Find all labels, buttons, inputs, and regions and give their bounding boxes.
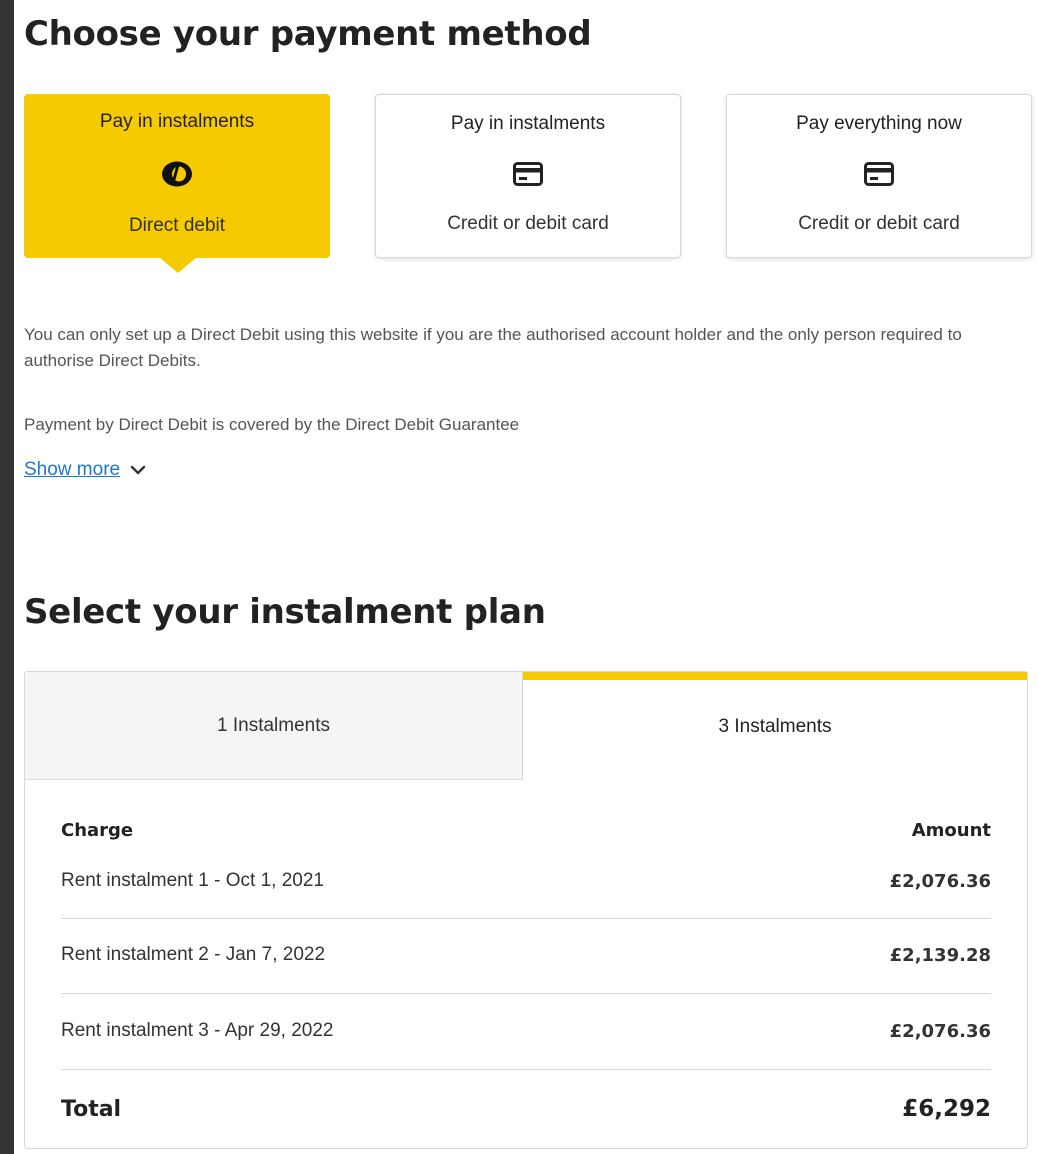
direct-debit-authorisation-info: You can only set up a Direct Debit using… <box>24 325 962 370</box>
payment-option-instalments-direct-debit[interactable]: Pay in instalments Direct debit <box>24 94 330 273</box>
charge-cell: Rent instalment 2 - Jan 7, 2022 <box>61 944 326 965</box>
amount-cell: £2,076.36 <box>889 1020 991 1042</box>
instalment-plan-panel: 1 Instalments 3 Instalments Charge Amoun… <box>24 671 1028 1149</box>
tab-3-instalments[interactable]: 3 Instalments <box>523 672 1027 780</box>
payment-option-subtitle: Credit or debit card <box>798 213 960 234</box>
payment-option-subtitle: Direct debit <box>128 215 226 236</box>
payment-option-title: Pay in instalments <box>450 113 606 134</box>
instalment-plan-heading: Select your instalment plan <box>24 592 546 632</box>
payment-page: Choose your payment method Pay in instal… <box>14 0 1038 1154</box>
direct-debit-icon <box>159 159 195 189</box>
table-row: Rent instalment 3 - Apr 29, 2022 £2,076.… <box>61 1020 991 1042</box>
show-more-link[interactable]: Show more <box>24 459 120 481</box>
payment-option-instalments-card[interactable]: Pay in instalments Credit or debit card <box>375 94 681 258</box>
tab-label: 3 Instalments <box>718 716 832 737</box>
credit-card-icon <box>510 159 546 189</box>
table-header: Charge Amount <box>61 820 991 841</box>
credit-card-icon <box>861 159 897 189</box>
payment-method-heading: Choose your payment method <box>24 14 592 54</box>
payment-option-title: Pay in instalments <box>99 111 255 132</box>
payment-option-subtitle: Credit or debit card <box>447 213 609 234</box>
payment-option-title: Pay everything now <box>796 113 962 134</box>
total-amount: £6,292 <box>902 1096 991 1122</box>
table-row: Rent instalment 1 - Oct 1, 2021 £2,076.3… <box>61 870 991 892</box>
charge-cell: Rent instalment 3 - Apr 29, 2022 <box>61 1020 334 1041</box>
charge-cell: Rent instalment 1 - Oct 1, 2021 <box>61 870 324 891</box>
tab-label: 1 Instalments <box>217 714 330 736</box>
table-row: Rent instalment 2 - Jan 7, 2022 £2,139.2… <box>61 944 991 966</box>
amount-cell: £2,139.28 <box>889 944 991 966</box>
direct-debit-guarantee-info: Payment by Direct Debit is covered by th… <box>24 415 520 434</box>
payment-option-pay-now-card[interactable]: Pay everything now Credit or debit card <box>726 94 1032 258</box>
charge-column-header: Charge <box>61 820 134 841</box>
amount-cell: £2,076.36 <box>889 870 991 892</box>
show-more-toggle[interactable]: Show more <box>24 459 146 481</box>
total-label: Total <box>61 1096 122 1122</box>
row-divider <box>61 918 991 919</box>
instalment-tabs: 1 Instalments 3 Instalments <box>25 672 1027 780</box>
row-divider <box>61 993 991 994</box>
chevron-down-icon <box>130 459 146 481</box>
row-divider <box>61 1069 991 1070</box>
tab-1-instalments[interactable]: 1 Instalments <box>25 672 523 780</box>
total-row: Total £6,292 <box>61 1096 991 1122</box>
amount-column-header: Amount <box>911 820 991 841</box>
